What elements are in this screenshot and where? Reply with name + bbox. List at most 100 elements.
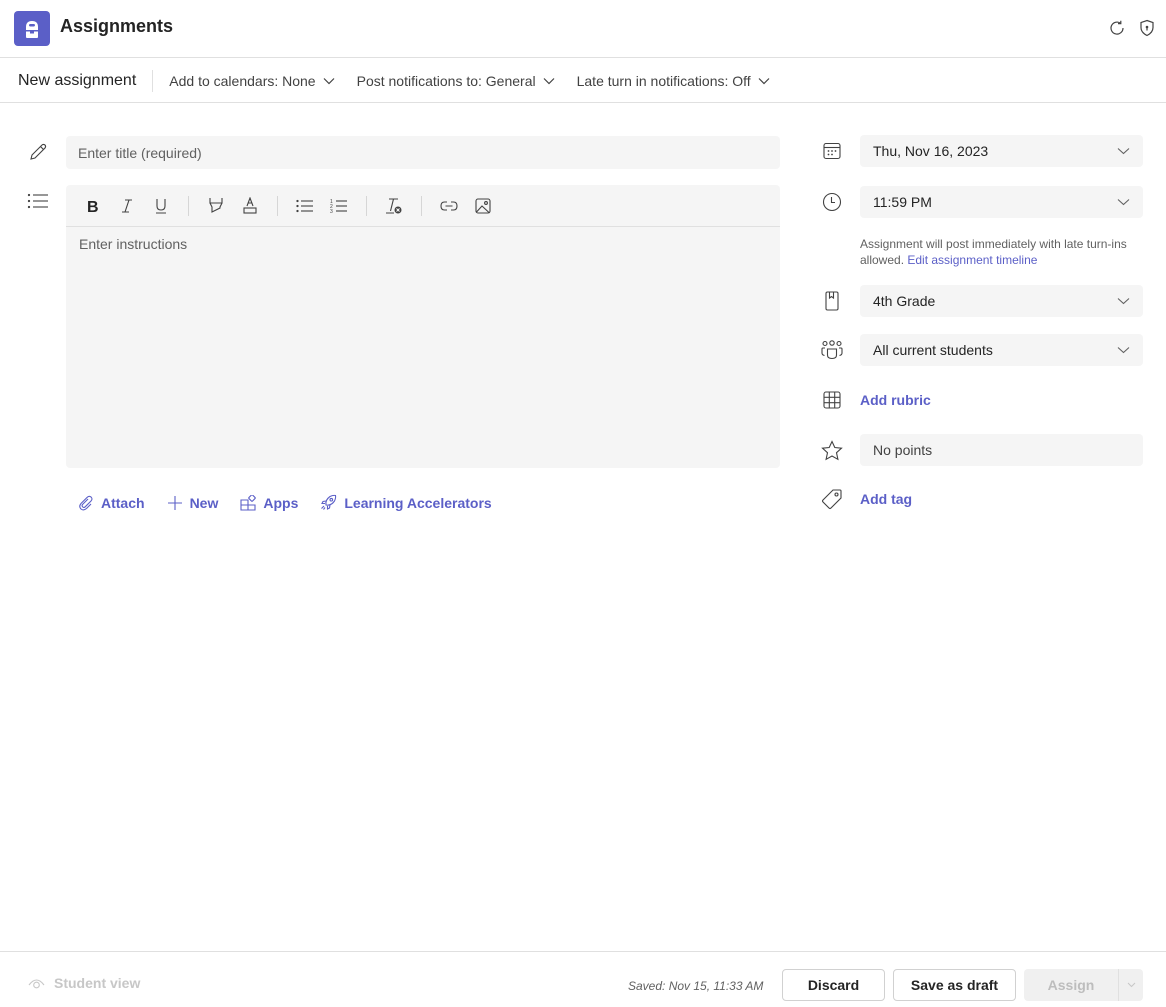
numbered-list-icon: 1 2 3 xyxy=(330,198,348,214)
points-input[interactable]: No points xyxy=(860,434,1143,466)
add-rubric-button[interactable]: Add rubric xyxy=(860,392,931,408)
bulleted-list-button[interactable] xyxy=(288,191,322,221)
eye-icon xyxy=(28,977,45,989)
font-color-button[interactable] xyxy=(233,191,267,221)
learning-accelerators-button[interactable]: Learning Accelerators xyxy=(320,494,492,511)
instructions-editor: B 1 2 3 Enter instructions xyxy=(66,185,780,468)
chevron-down-icon xyxy=(1117,346,1130,354)
late-turn-in-label: Late turn in notifications: Off xyxy=(576,72,751,89)
assign-to-dropdown[interactable]: All current students xyxy=(860,334,1143,366)
save-draft-button[interactable]: Save as draft xyxy=(893,969,1016,1001)
page-title: New assignment xyxy=(18,71,137,89)
image-icon xyxy=(475,197,491,214)
chevron-down-icon xyxy=(1117,297,1130,305)
due-date-picker[interactable]: Thu, Nov 16, 2023 xyxy=(860,135,1143,167)
toolbar-divider xyxy=(152,69,154,92)
discard-button[interactable]: Discard xyxy=(782,969,885,1001)
insert-image-button[interactable] xyxy=(466,191,500,221)
svg-text:3: 3 xyxy=(330,209,333,214)
rocket-icon xyxy=(320,494,337,511)
edit-timeline-link[interactable]: Edit assignment timeline xyxy=(907,253,1037,267)
apps-label: Apps xyxy=(263,494,299,511)
assign-options-button[interactable] xyxy=(1119,969,1143,1001)
apps-icon xyxy=(240,494,257,511)
refresh-button[interactable] xyxy=(1106,17,1128,39)
toolbar-divider xyxy=(188,195,189,216)
timeline-note: Assignment will post immediately with la… xyxy=(860,236,1150,268)
instructions-list-icon xyxy=(26,189,50,213)
tag-icon xyxy=(820,487,844,511)
clock-icon xyxy=(820,190,844,214)
category-dropdown[interactable]: 4th Grade xyxy=(860,285,1143,317)
rubric-grid-icon xyxy=(820,388,844,412)
font-color-icon xyxy=(242,197,258,214)
category-value: 4th Grade xyxy=(873,293,936,309)
link-icon xyxy=(440,200,458,211)
late-turn-in-dropdown[interactable]: Late turn in notifications: Off xyxy=(577,73,770,89)
assign-to-value: All current students xyxy=(873,342,993,358)
refresh-icon xyxy=(1108,19,1126,37)
new-button[interactable]: New xyxy=(167,494,219,511)
italic-icon xyxy=(120,198,134,214)
assignment-toolbar: New assignment Add to calendars: None Po… xyxy=(0,59,1166,103)
students-group-icon xyxy=(820,338,844,362)
chevron-down-icon xyxy=(1117,198,1130,206)
chevron-down-icon xyxy=(1127,982,1136,988)
chevron-down-icon xyxy=(758,77,770,85)
due-time-picker[interactable]: 11:59 PM xyxy=(860,186,1143,218)
saved-status: Saved: Nov 15, 11:33 AM xyxy=(628,979,764,993)
instructions-input[interactable]: Enter instructions xyxy=(66,227,780,467)
calendars-dropdown[interactable]: Add to calendars: None xyxy=(169,72,335,89)
student-view-button[interactable]: Student view xyxy=(28,975,140,991)
attach-label: Attach xyxy=(101,494,145,511)
add-tag-button[interactable]: Add tag xyxy=(860,491,912,507)
underline-icon xyxy=(154,198,168,214)
assign-button[interactable]: Assign xyxy=(1024,969,1118,1001)
chevron-down-icon xyxy=(1117,147,1130,155)
highlight-button[interactable] xyxy=(199,191,233,221)
paperclip-icon xyxy=(78,495,94,511)
italic-button[interactable] xyxy=(110,191,144,221)
privacy-button[interactable] xyxy=(1136,17,1158,39)
numbered-list-button[interactable]: 1 2 3 xyxy=(322,191,356,221)
apps-button[interactable]: Apps xyxy=(240,494,299,511)
app-title: Assignments xyxy=(60,16,174,36)
app-header: Assignments xyxy=(0,0,1166,58)
clear-formatting-icon xyxy=(385,197,403,214)
post-notifications-dropdown[interactable]: Post notifications to: General xyxy=(357,73,555,89)
calendar-icon xyxy=(820,139,844,163)
attach-button[interactable]: Attach xyxy=(78,495,145,511)
due-time-value: 11:59 PM xyxy=(873,194,932,210)
footer-bar: Student view Saved: Nov 15, 11:33 AM Dis… xyxy=(0,951,1166,1007)
chevron-down-icon xyxy=(543,77,555,85)
pencil-icon xyxy=(26,140,50,164)
star-icon xyxy=(820,438,844,462)
bulleted-list-icon xyxy=(296,199,314,213)
backpack-icon xyxy=(14,11,50,46)
learning-accelerators-label: Learning Accelerators xyxy=(344,494,492,511)
post-notifications-label: Post notifications to: General xyxy=(356,72,536,89)
bold-icon: B xyxy=(86,198,100,214)
new-label: New xyxy=(189,494,219,511)
clear-formatting-button[interactable] xyxy=(377,191,411,221)
shield-lock-icon xyxy=(1139,19,1155,37)
svg-text:B: B xyxy=(87,199,99,214)
student-view-label: Student view xyxy=(54,975,141,991)
due-date-value: Thu, Nov 16, 2023 xyxy=(873,143,989,159)
toolbar-divider xyxy=(277,195,278,216)
title-input[interactable] xyxy=(66,136,780,169)
plus-icon xyxy=(167,495,183,511)
formatting-toolbar: B 1 2 3 xyxy=(66,185,780,227)
underline-button[interactable] xyxy=(144,191,178,221)
points-value: No points xyxy=(873,442,933,458)
toolbar-divider xyxy=(421,195,422,216)
calendars-dropdown-label: Add to calendars: None xyxy=(169,72,316,89)
category-book-icon xyxy=(820,289,844,313)
insert-link-button[interactable] xyxy=(432,191,466,221)
bold-button[interactable]: B xyxy=(76,191,110,221)
toolbar-divider xyxy=(366,195,367,216)
highlighter-icon xyxy=(208,197,224,214)
chevron-down-icon xyxy=(323,77,335,85)
split-button-divider xyxy=(1118,969,1119,1001)
attachment-actions: Attach New Apps Learning Accelerators xyxy=(78,494,514,511)
